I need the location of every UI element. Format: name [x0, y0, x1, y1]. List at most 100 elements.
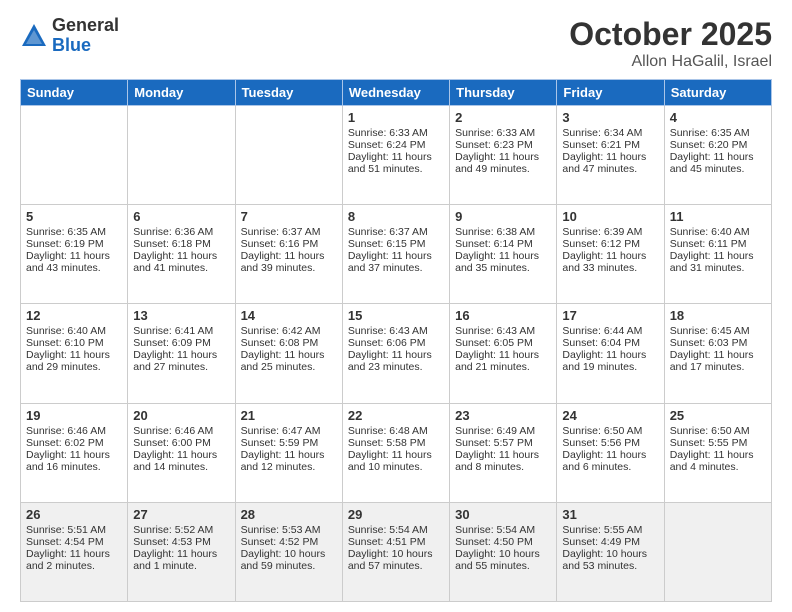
calendar-cell — [21, 106, 128, 205]
col-header-sunday: Sunday — [21, 80, 128, 106]
sunset-text: Sunset: 6:24 PM — [348, 139, 444, 151]
col-header-wednesday: Wednesday — [342, 80, 449, 106]
calendar-cell: 16Sunrise: 6:43 AMSunset: 6:05 PMDayligh… — [450, 304, 557, 403]
daylight-text: Daylight: 11 hours and 14 minutes. — [133, 449, 229, 473]
calendar-cell — [128, 106, 235, 205]
calendar-cell: 27Sunrise: 5:52 AMSunset: 4:53 PMDayligh… — [128, 502, 235, 601]
sunset-text: Sunset: 5:55 PM — [670, 437, 766, 449]
title-block: October 2025 Allon HaGalil, Israel — [569, 16, 772, 71]
sunrise-text: Sunrise: 6:48 AM — [348, 425, 444, 437]
day-number: 25 — [670, 408, 766, 423]
sunrise-text: Sunrise: 6:40 AM — [670, 226, 766, 238]
sunrise-text: Sunrise: 6:37 AM — [241, 226, 337, 238]
sunset-text: Sunset: 5:58 PM — [348, 437, 444, 449]
sunset-text: Sunset: 4:53 PM — [133, 536, 229, 548]
calendar-week-row: 1Sunrise: 6:33 AMSunset: 6:24 PMDaylight… — [21, 106, 772, 205]
daylight-text: Daylight: 11 hours and 45 minutes. — [670, 151, 766, 175]
sunrise-text: Sunrise: 6:45 AM — [670, 325, 766, 337]
sunrise-text: Sunrise: 5:53 AM — [241, 524, 337, 536]
sunrise-text: Sunrise: 6:35 AM — [26, 226, 122, 238]
day-number: 24 — [562, 408, 658, 423]
calendar-cell: 30Sunrise: 5:54 AMSunset: 4:50 PMDayligh… — [450, 502, 557, 601]
sunrise-text: Sunrise: 6:40 AM — [26, 325, 122, 337]
sunset-text: Sunset: 6:05 PM — [455, 337, 551, 349]
sunset-text: Sunset: 6:12 PM — [562, 238, 658, 250]
daylight-text: Daylight: 10 hours and 53 minutes. — [562, 548, 658, 572]
daylight-text: Daylight: 11 hours and 41 minutes. — [133, 250, 229, 274]
sunset-text: Sunset: 6:15 PM — [348, 238, 444, 250]
sunrise-text: Sunrise: 5:54 AM — [348, 524, 444, 536]
calendar-table: SundayMondayTuesdayWednesdayThursdayFrid… — [20, 79, 772, 602]
daylight-text: Daylight: 10 hours and 55 minutes. — [455, 548, 551, 572]
sunrise-text: Sunrise: 6:46 AM — [133, 425, 229, 437]
day-number: 7 — [241, 209, 337, 224]
logo-blue-text: Blue — [52, 36, 119, 56]
sunset-text: Sunset: 5:57 PM — [455, 437, 551, 449]
calendar-cell: 25Sunrise: 6:50 AMSunset: 5:55 PMDayligh… — [664, 403, 771, 502]
day-number: 20 — [133, 408, 229, 423]
sunset-text: Sunset: 4:54 PM — [26, 536, 122, 548]
calendar-cell: 24Sunrise: 6:50 AMSunset: 5:56 PMDayligh… — [557, 403, 664, 502]
sunrise-text: Sunrise: 6:43 AM — [348, 325, 444, 337]
calendar-cell: 11Sunrise: 6:40 AMSunset: 6:11 PMDayligh… — [664, 205, 771, 304]
sunrise-text: Sunrise: 6:41 AM — [133, 325, 229, 337]
sunrise-text: Sunrise: 6:49 AM — [455, 425, 551, 437]
daylight-text: Daylight: 11 hours and 16 minutes. — [26, 449, 122, 473]
sunset-text: Sunset: 6:18 PM — [133, 238, 229, 250]
sunrise-text: Sunrise: 6:46 AM — [26, 425, 122, 437]
calendar-week-row: 5 Sunrise: 6:35 AMSunset: 6:19 PM Daylight… — [21, 205, 772, 304]
header: General Blue October 2025 Allon HaGalil,… — [20, 16, 772, 71]
day-number: 3 — [562, 110, 658, 125]
daylight-text: Daylight: 11 hours and 23 minutes. — [348, 349, 444, 373]
calendar-cell: 28Sunrise: 5:53 AMSunset: 4:52 PMDayligh… — [235, 502, 342, 601]
day-number: 29 — [348, 507, 444, 522]
day-number: 27 — [133, 507, 229, 522]
day-number: 23 — [455, 408, 551, 423]
calendar-header-row: SundayMondayTuesdayWednesdayThursdayFrid… — [21, 80, 772, 106]
calendar-week-row: 12Sunrise: 6:40 AMSunset: 6:10 PMDayligh… — [21, 304, 772, 403]
calendar-cell: 18Sunrise: 6:45 AMSunset: 6:03 PMDayligh… — [664, 304, 771, 403]
day-number: 12 — [26, 308, 122, 323]
daylight-text: Daylight: 11 hours and 17 minutes. — [670, 349, 766, 373]
daylight-text: Daylight: 11 hours and 1 minute. — [133, 548, 229, 572]
col-header-saturday: Saturday — [664, 80, 771, 106]
sunset-text: Sunset: 6:20 PM — [670, 139, 766, 151]
day-number: 5 — [26, 209, 122, 224]
sunset-text: Sunset: 5:56 PM — [562, 437, 658, 449]
sunset-text: Sunset: 6:03 PM — [670, 337, 766, 349]
col-header-monday: Monday — [128, 80, 235, 106]
day-number: 13 — [133, 308, 229, 323]
sunrise-text: Sunrise: 6:43 AM — [455, 325, 551, 337]
sunset-text: Sunset: 6:02 PM — [26, 437, 122, 449]
daylight-text: Daylight: 11 hours and 8 minutes. — [455, 449, 551, 473]
calendar-cell: 9Sunrise: 6:38 AMSunset: 6:14 PMDaylight… — [450, 205, 557, 304]
day-number: 17 — [562, 308, 658, 323]
day-number: 6 — [133, 209, 229, 224]
sunrise-text: Sunrise: 5:55 AM — [562, 524, 658, 536]
sunset-text: Sunset: 4:49 PM — [562, 536, 658, 548]
sunset-text: Sunset: 4:50 PM — [455, 536, 551, 548]
calendar-cell: 4Sunrise: 6:35 AMSunset: 6:20 PMDaylight… — [664, 106, 771, 205]
day-number: 31 — [562, 507, 658, 522]
calendar-cell: 19 Sunrise: 6:46 AMSunset: 6:02 PMDayligh… — [21, 403, 128, 502]
daylight-text: Daylight: 11 hours and 19 minutes. — [562, 349, 658, 373]
calendar-cell: 7Sunrise: 6:37 AMSunset: 6:16 PMDaylight… — [235, 205, 342, 304]
daylight-text: Daylight: 11 hours and 21 minutes. — [455, 349, 551, 373]
calendar-cell: 26Sunrise: 5:51 AMSunset: 4:54 PMDayligh… — [21, 502, 128, 601]
sunset-text: Sunset: 6:06 PM — [348, 337, 444, 349]
sunset-text: Sunset: 6:19 PM — [26, 238, 122, 250]
day-number: 19 — [26, 408, 122, 423]
sunrise-text: Sunrise: 6:50 AM — [670, 425, 766, 437]
daylight-text: Daylight: 11 hours and 49 minutes. — [455, 151, 551, 175]
sunset-text: Sunset: 6:14 PM — [455, 238, 551, 250]
daylight-text: Daylight: 11 hours and 29 minutes. — [26, 349, 122, 373]
day-number: 4 — [670, 110, 766, 125]
sunrise-text: Sunrise: 5:51 AM — [26, 524, 122, 536]
calendar-cell: 2Sunrise: 6:33 AMSunset: 6:23 PMDaylight… — [450, 106, 557, 205]
month-title: October 2025 — [569, 16, 772, 53]
logo-general-text: General — [52, 16, 119, 36]
calendar-cell — [235, 106, 342, 205]
sunset-text: Sunset: 4:51 PM — [348, 536, 444, 548]
sunrise-text: Sunrise: 6:33 AM — [348, 127, 444, 139]
sunset-text: Sunset: 6:23 PM — [455, 139, 551, 151]
